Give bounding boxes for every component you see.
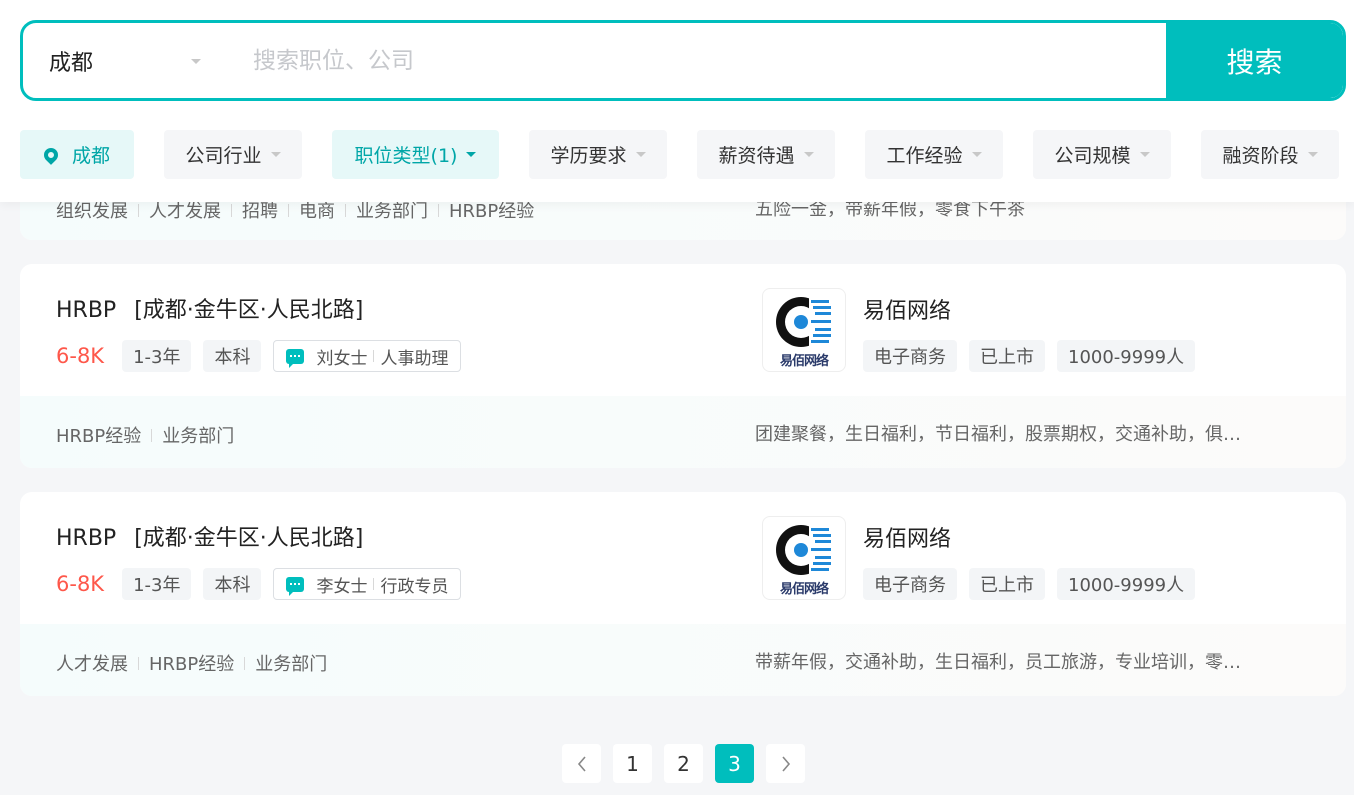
welfare-text: 带薪年假，交通补助，生日福利，员工旅游，专业培训，零… <box>755 652 1241 673</box>
job-tag: 人才发展 <box>56 654 128 675</box>
stage-tag: 已上市 <box>969 340 1045 372</box>
company-tags: 电子商务 已上市 1000-9999人 <box>863 568 1207 600</box>
company-tags: 电子商务 已上市 1000-9999人 <box>863 340 1207 372</box>
welfare-text: 团建聚餐，生日福利，节日福利，股票期权，交通补助，俱… <box>755 424 1241 445</box>
job-meta: 6-8K 1-3年 本科 李女士 行政专员 <box>56 568 462 600</box>
size-tag: 1000-9999人 <box>1057 340 1196 372</box>
job-tag: 业务部门 <box>162 426 235 447</box>
filter-experience[interactable]: 工作经验 <box>865 130 1003 179</box>
company-logo[interactable]: 易佰网络 <box>762 288 846 372</box>
company-name[interactable]: 易佰网络 <box>863 293 951 325</box>
recruiter-name: 李女士 <box>316 576 368 597</box>
filter-city[interactable]: 成都 <box>20 130 134 179</box>
search-bar: 成都 搜索 <box>20 20 1346 101</box>
job-card-footer: 人才发展 HRBP经验 业务部门 带薪年假，交通补助，生日福利，员工旅游，专业培… <box>20 624 1346 696</box>
industry-tag: 电子商务 <box>863 568 957 600</box>
page-button[interactable]: 2 <box>664 744 703 783</box>
filter-city-label: 成都 <box>71 145 110 167</box>
filter-education[interactable]: 学历要求 <box>529 130 667 179</box>
education-tag: 本科 <box>203 568 262 600</box>
job-meta: 6-8K 1-3年 本科 刘女士 人事助理 <box>56 340 462 372</box>
chat-icon <box>286 576 305 596</box>
page-button[interactable]: 1 <box>613 744 652 783</box>
chevron-down-icon <box>1139 152 1150 157</box>
company-logo-icon <box>776 524 837 576</box>
city-select-label: 成都 <box>49 50 94 76</box>
chevron-right-icon <box>781 755 790 772</box>
filter-label: 公司规模 <box>1054 145 1131 167</box>
company-logo[interactable]: 易佰网络 <box>762 516 846 600</box>
job-name: HRBP <box>56 298 117 323</box>
search-header: 成都 搜索 成都 公司行业 职位类型(1) 学历要求 薪资待遇 工作经验 公司规… <box>0 0 1354 202</box>
recruiter-name: 刘女士 <box>316 348 368 369</box>
chevron-down-icon <box>1307 152 1318 157</box>
logo-text: 易佰网络 <box>779 582 829 597</box>
company-name[interactable]: 易佰网络 <box>863 521 951 553</box>
filter-label: 职位类型(1) <box>354 145 458 167</box>
recruiter-chat[interactable]: 李女士 行政专员 <box>273 568 462 600</box>
job-location: [成都·金牛区·人民北路] <box>134 298 364 323</box>
chevron-down-icon <box>635 152 646 157</box>
experience-tag: 1-3年 <box>122 340 192 372</box>
page-button-current[interactable]: 3 <box>715 744 754 783</box>
filter-label: 公司行业 <box>185 145 262 167</box>
filter-label: 薪资待遇 <box>718 145 795 167</box>
filter-label: 融资阶段 <box>1222 145 1299 167</box>
filter-job-type[interactable]: 职位类型(1) <box>332 130 499 179</box>
recruiter-title: 行政专员 <box>380 576 449 597</box>
industry-tag: 电子商务 <box>863 340 957 372</box>
company-logo-icon <box>776 296 837 348</box>
chat-icon <box>286 348 305 368</box>
job-card[interactable]: HRBP [成都·金牛区·人民北路] 6-8K 1-3年 本科 刘女士人事助理 <box>20 264 1346 468</box>
location-pin-icon <box>41 144 61 165</box>
job-card-footer: HRBP经验 业务部门 团建聚餐，生日福利，节日福利，股票期权，交通补助，俱… <box>20 396 1346 468</box>
stage-tag: 已上市 <box>969 568 1045 600</box>
filter-salary[interactable]: 薪资待遇 <box>697 130 835 179</box>
chevron-down-icon <box>191 59 201 64</box>
job-tags: 人才发展 HRBP经验 业务部门 <box>56 650 327 676</box>
filter-label: 学历要求 <box>550 145 627 167</box>
recruiter-chat[interactable]: 刘女士 人事助理 <box>273 340 462 372</box>
chevron-down-icon <box>270 152 281 157</box>
chevron-down-icon <box>466 152 477 157</box>
job-tag: 业务部门 <box>255 654 328 675</box>
job-tag: HRBP经验 <box>149 654 235 675</box>
filter-company-size[interactable]: 公司规模 <box>1033 130 1171 179</box>
search-input[interactable] <box>253 23 1153 98</box>
recruiter-title: 人事助理 <box>380 348 449 369</box>
chevron-left-icon <box>577 755 586 772</box>
filter-label: 工作经验 <box>886 145 963 167</box>
job-tag: HRBP经验 <box>56 426 142 447</box>
experience-tag: 1-3年 <box>122 568 192 600</box>
city-select[interactable]: 成都 <box>23 23 233 98</box>
job-name: HRBP <box>56 526 117 551</box>
search-button[interactable]: 搜索 <box>1166 23 1343 98</box>
next-page-button[interactable] <box>766 744 805 783</box>
salary: 6-8K <box>56 572 105 596</box>
chevron-down-icon <box>971 152 982 157</box>
logo-text: 易佰网络 <box>779 354 829 369</box>
job-title[interactable]: HRBP [成都·金牛区·人民北路] <box>56 520 363 552</box>
salary: 6-8K <box>56 344 105 368</box>
job-tags: HRBP经验 业务部门 <box>56 422 234 448</box>
job-title[interactable]: HRBP [成都·金牛区·人民北路] <box>56 292 363 324</box>
education-tag: 本科 <box>203 340 262 372</box>
job-card[interactable]: HRBP [成都·金牛区·人民北路] 6-8K 1-3年 本科 李女士行政专员 <box>20 492 1346 696</box>
filter-industry[interactable]: 公司行业 <box>164 130 302 179</box>
size-tag: 1000-9999人 <box>1057 568 1196 600</box>
chevron-down-icon <box>803 152 814 157</box>
filter-funding-stage[interactable]: 融资阶段 <box>1201 130 1339 179</box>
job-location: [成都·金牛区·人民北路] <box>134 526 364 551</box>
prev-page-button[interactable] <box>562 744 601 783</box>
